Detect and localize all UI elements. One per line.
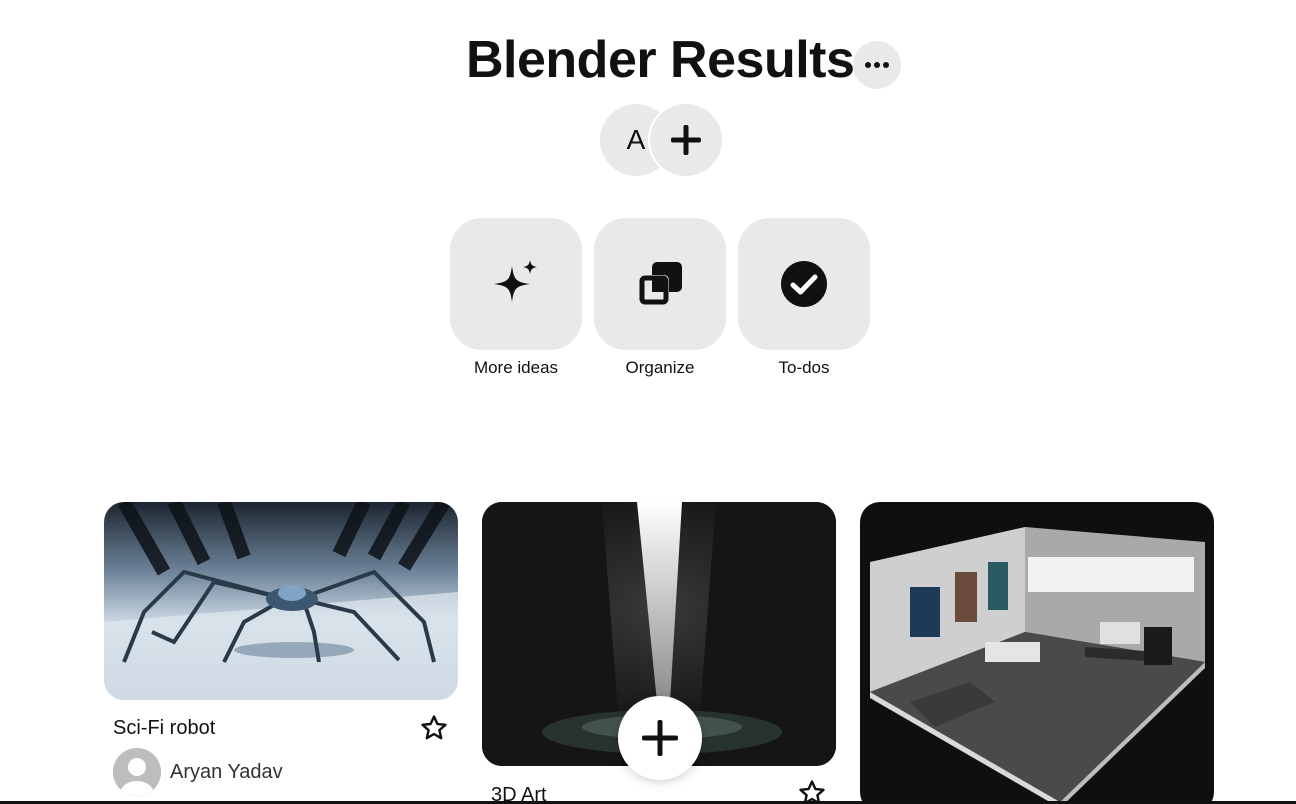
more-ideas-tile[interactable] <box>450 218 582 350</box>
author-name[interactable]: Aryan Yadav <box>170 760 283 784</box>
check-circle-icon <box>781 261 827 307</box>
collaborator-initial: A <box>626 124 646 155</box>
todos-label: To-dos <box>778 358 830 377</box>
plus-icon <box>642 720 678 756</box>
sparkle-icon <box>494 260 537 302</box>
organize-tile[interactable] <box>594 218 726 350</box>
star-icon <box>421 715 447 740</box>
more-ideas-action[interactable]: More ideas <box>450 218 582 378</box>
pin-card[interactable] <box>860 502 1214 804</box>
stacked-squares-icon <box>639 262 682 305</box>
todos-action[interactable]: To-dos <box>738 218 870 378</box>
ellipsis-icon <box>865 62 889 68</box>
todos-tile[interactable] <box>738 218 870 350</box>
isometric-room-image <box>860 502 1214 804</box>
create-button[interactable] <box>618 696 702 780</box>
pin-title: Sci-Fi robot <box>113 717 216 739</box>
sci-fi-robot-image <box>104 502 458 700</box>
pin-image[interactable] <box>860 502 1214 804</box>
add-collaborator-button[interactable] <box>648 102 724 178</box>
pin-card[interactable] <box>104 502 458 700</box>
board-options-button[interactable] <box>853 41 901 89</box>
save-pin-button[interactable] <box>419 713 449 743</box>
pin-image[interactable] <box>104 502 458 700</box>
user-silhouette-icon <box>113 748 161 796</box>
author-avatar[interactable] <box>113 748 161 796</box>
board-title: Blender Results <box>466 31 855 89</box>
more-ideas-label: More ideas <box>473 358 559 377</box>
organize-action[interactable]: Organize <box>594 218 726 378</box>
organize-label: Organize <box>625 358 695 377</box>
plus-icon <box>671 125 701 155</box>
board-page: Blender Results A More ideas Organize To… <box>0 0 1296 804</box>
